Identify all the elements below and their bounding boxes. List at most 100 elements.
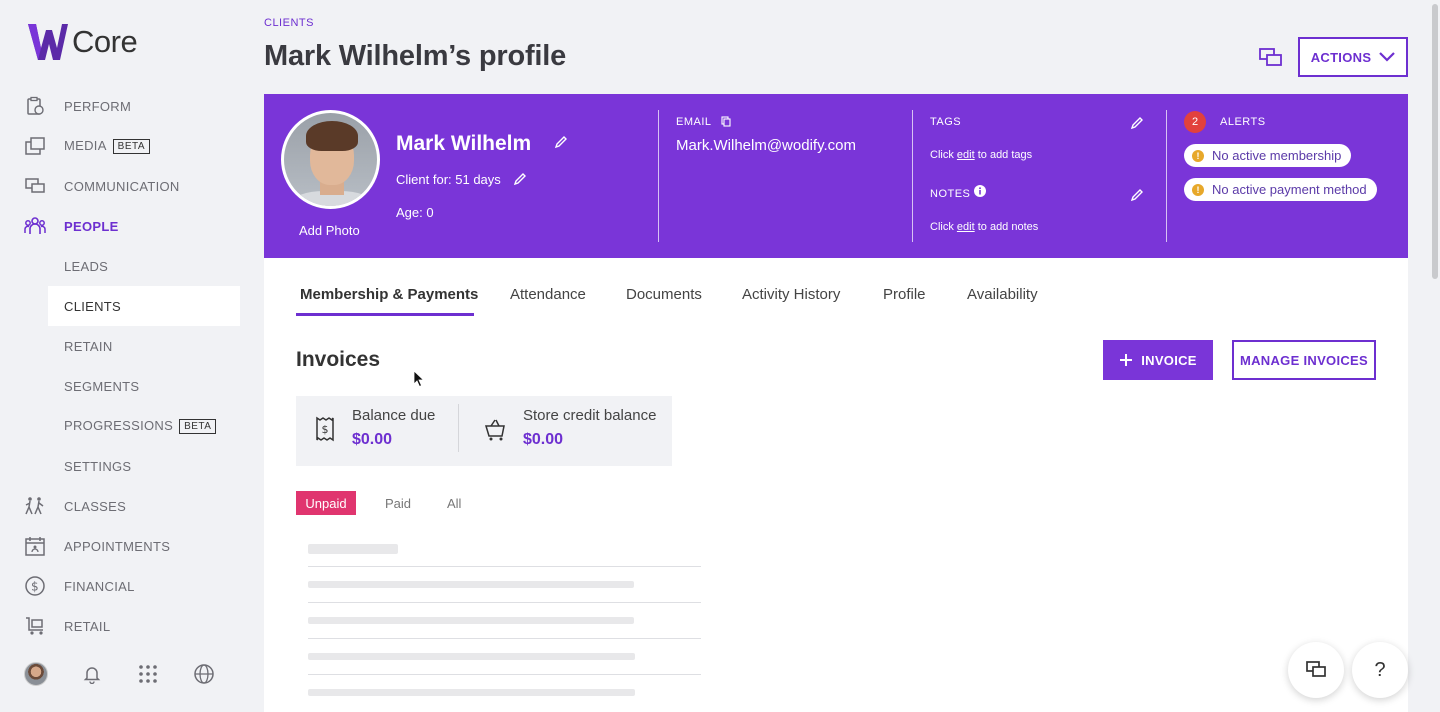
profile-photo[interactable]: [281, 110, 380, 209]
chat-icon: [24, 175, 46, 197]
help-button[interactable]: ?: [1352, 642, 1408, 698]
notes-edit-link[interactable]: edit: [957, 221, 975, 233]
sidebar-item-perform[interactable]: PERFORM: [0, 86, 248, 126]
tab-attendance[interactable]: Attendance: [510, 286, 586, 303]
plus-icon: [1120, 354, 1133, 366]
loading-skeleton: [308, 544, 398, 554]
sidebar-item-people[interactable]: PEOPLE: [0, 206, 248, 246]
tab-documents[interactable]: Documents: [626, 286, 702, 303]
tags-label: TAGS: [930, 116, 962, 128]
balance-due-label: Balance due: [352, 407, 436, 424]
tags-click: Click: [930, 149, 954, 161]
sidebar-item-communication[interactable]: COMMUNICATION: [0, 166, 248, 206]
avatar-image: [24, 662, 48, 686]
filter-paid[interactable]: Paid: [385, 496, 411, 511]
sidebar-item-label: PEOPLE: [64, 218, 119, 234]
sidebar-item-label: CLIENTS: [64, 298, 122, 314]
page-title: Mark Wilhelm’s profile: [264, 40, 567, 72]
alert-no-payment-method[interactable]: ! No active payment method: [1184, 178, 1377, 201]
chat-support-button[interactable]: [1288, 642, 1344, 698]
tab-membership-payments[interactable]: Membership & Payments: [300, 286, 478, 303]
sidebar-item-settings[interactable]: SETTINGS: [0, 446, 248, 486]
manage-invoices-button[interactable]: MANAGE INVOICES: [1232, 340, 1376, 380]
active-tab-underline: [296, 313, 474, 316]
sidebar-item-retain[interactable]: RETAIN: [0, 326, 248, 366]
add-invoice-button[interactable]: INVOICE: [1103, 340, 1213, 380]
tab-availability[interactable]: Availability: [967, 286, 1038, 303]
sidebar-item-clients[interactable]: CLIENTS: [48, 286, 240, 326]
notes-label: NOTES: [930, 188, 971, 200]
filter-all[interactable]: All: [447, 496, 461, 511]
sidebar-item-label: MEDIA: [64, 137, 107, 153]
tab-profile[interactable]: Profile: [883, 286, 926, 303]
svg-text:$: $: [31, 580, 39, 594]
chat-icon[interactable]: [1258, 47, 1284, 69]
dollar-icon: $: [24, 575, 46, 597]
notes-hint: Click edit to add notes: [930, 221, 1038, 233]
profile-header: Add Photo Mark Wilhelm Client for: 51 da…: [264, 94, 1408, 258]
sidebar-item-media[interactable]: MEDIA BETA: [0, 126, 248, 166]
sidebar-item-progressions[interactable]: PROGRESSIONS BETA: [0, 406, 248, 446]
add-photo-link[interactable]: Add Photo: [299, 223, 360, 238]
logo-text: Core: [72, 24, 138, 59]
warning-icon: !: [1192, 149, 1204, 162]
sidebar-item-classes[interactable]: CLASSES: [0, 486, 248, 526]
edit-client-for-pencil-icon[interactable]: [513, 172, 527, 186]
sidebar-item-label: CLASSES: [64, 498, 127, 514]
actions-label: ACTIONS: [1310, 49, 1372, 65]
loading-skeleton: [308, 617, 634, 624]
tab-activity-history[interactable]: Activity History: [742, 286, 840, 303]
alert-no-membership[interactable]: ! No active membership: [1184, 144, 1352, 167]
tags-edit-link[interactable]: edit: [957, 149, 975, 161]
classes-icon: [24, 495, 46, 517]
receipt-icon: $: [316, 416, 334, 442]
edit-tags-pencil-icon[interactable]: [1130, 116, 1144, 130]
calendar-icon: [24, 535, 46, 557]
balance-due-value: $0.00: [352, 431, 393, 448]
apps-grid-icon[interactable]: [136, 662, 160, 686]
loading-skeleton: [308, 581, 634, 588]
sidebar-item-label: SETTINGS: [64, 458, 132, 474]
sidebar-item-appointments[interactable]: APPOINTMENTS: [0, 526, 248, 566]
scrollbar-thumb[interactable]: [1432, 4, 1438, 279]
sidebar-bottom-bar: [0, 656, 248, 692]
sidebar-item-label: PERFORM: [64, 98, 132, 114]
divider: [912, 110, 913, 242]
store-credit-label: Store credit balance: [523, 407, 657, 424]
invoice-button-label: INVOICE: [1141, 352, 1197, 368]
notes-click: Click: [930, 221, 954, 233]
sidebar-item-segments[interactable]: SEGMENTS: [0, 366, 248, 406]
bell-icon[interactable]: [80, 662, 104, 686]
globe-icon[interactable]: [192, 662, 216, 686]
wodify-logo[interactable]: Core: [26, 22, 138, 62]
sidebar-item-label: APPOINTMENTS: [64, 538, 171, 554]
filter-unpaid[interactable]: Unpaid: [296, 491, 356, 515]
sidebar-item-label: RETAIL: [64, 618, 111, 634]
user-avatar[interactable]: [24, 662, 48, 686]
divider: [458, 404, 459, 452]
sidebar-item-label: RETAIN: [64, 338, 113, 354]
skeleton-divider: [308, 566, 701, 567]
sidebar-item-leads[interactable]: LEADS: [0, 246, 248, 286]
email-value: Mark.Wilhelm@wodify.com: [676, 137, 856, 154]
media-icon: [24, 135, 46, 157]
info-icon[interactable]: [974, 185, 986, 197]
edit-notes-pencil-icon[interactable]: [1130, 188, 1144, 202]
actions-button[interactable]: ACTIONS: [1298, 37, 1408, 77]
sidebar-item-financial[interactable]: $ FINANCIAL: [0, 566, 248, 606]
skeleton-divider: [308, 638, 701, 639]
svg-text:$: $: [322, 423, 329, 436]
sidebar-item-label-wrap: MEDIA BETA: [64, 137, 151, 155]
client-name: Mark Wilhelm: [396, 132, 532, 155]
mouse-cursor-icon: [413, 370, 425, 388]
store-credit-icon: [484, 419, 505, 441]
copy-icon[interactable]: [721, 116, 731, 127]
breadcrumb[interactable]: CLIENTS: [264, 17, 314, 29]
sidebar-item-retail[interactable]: RETAIL: [0, 606, 248, 646]
loading-skeleton: [308, 653, 635, 660]
invoices-title: Invoices: [296, 348, 381, 371]
client-age: Age: 0: [396, 205, 434, 220]
sidebar: Core PERFORM MEDIA BETA COMMUNICATION PEO…: [0, 0, 248, 712]
edit-name-pencil-icon[interactable]: [554, 135, 568, 149]
divider: [658, 110, 659, 242]
